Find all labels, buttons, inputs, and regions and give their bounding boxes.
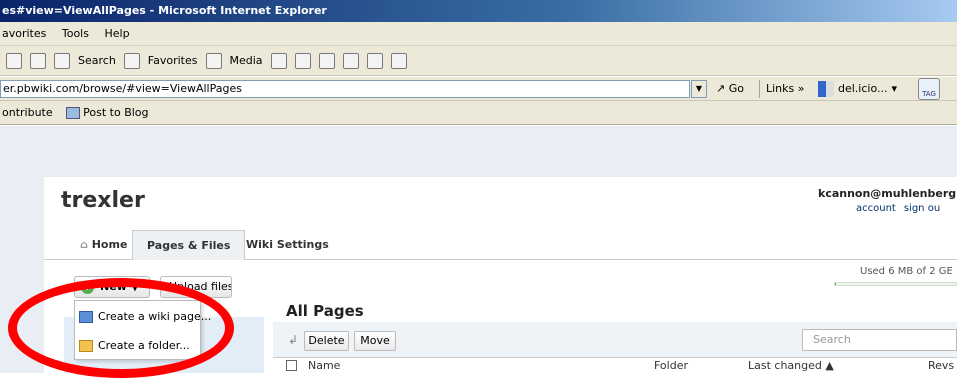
delicious-icon (818, 81, 834, 97)
window-title-bar: es#view=ViewAllPages - Microsoft Interne… (0, 0, 957, 22)
window-title: es#view=ViewAllPages - Microsoft Interne… (2, 4, 327, 17)
column-folder[interactable]: Folder (654, 359, 688, 372)
links-button[interactable]: Links » (759, 80, 805, 98)
post-to-blog-link[interactable]: Post to Blog (66, 106, 158, 119)
discuss-icon[interactable] (366, 52, 383, 69)
print-icon[interactable] (318, 52, 335, 69)
folder-icon (79, 340, 93, 352)
tag-icon[interactable]: TAG (918, 78, 940, 100)
tab-home[interactable]: ⌂ Home (66, 230, 141, 260)
messenger-icon[interactable] (390, 52, 407, 69)
favorites-icon[interactable] (123, 52, 140, 69)
edit-icon[interactable] (342, 52, 359, 69)
chevron-down-icon: ▼ (130, 280, 140, 293)
storage-usage-bar (834, 282, 957, 286)
wiki-title[interactable]: trexler (61, 188, 145, 213)
address-dropdown-icon[interactable]: ▼ (691, 80, 707, 98)
account-link[interactable]: account (856, 203, 896, 214)
return-arrow-icon: ↲ (288, 333, 299, 347)
browser-toolbar: Search Favorites Media (0, 46, 957, 76)
select-all-checkbox[interactable] (286, 360, 297, 371)
menu-favorites[interactable]: avorites (2, 27, 46, 40)
links-label: Links (766, 82, 795, 95)
move-button[interactable]: Move (354, 331, 396, 351)
go-label: Go (728, 82, 744, 95)
new-button[interactable]: + New ▼ (74, 276, 150, 298)
plus-icon: + (81, 280, 94, 294)
table-header (273, 357, 957, 373)
delicious-label: del.icio... (838, 82, 888, 95)
tab-home-label: Home (91, 238, 128, 251)
column-name[interactable]: Name (308, 359, 340, 372)
page-icon (79, 311, 93, 323)
blog-icon (66, 107, 81, 119)
home-icon[interactable] (30, 52, 46, 69)
menu-bar: avorites Tools Help (0, 22, 957, 46)
search-button[interactable]: Search (78, 54, 116, 67)
mail-icon[interactable] (294, 52, 311, 69)
storage-usage-text: Used 6 MB of 2 GE (860, 266, 953, 277)
sign-out-link[interactable]: sign ou (904, 203, 940, 214)
address-input[interactable]: er.pbwiki.com/browse/#view=ViewAllPages (0, 80, 690, 98)
delete-button[interactable]: Delete (304, 331, 349, 351)
account-links: account sign ou (856, 203, 948, 214)
storage-usage-fill (835, 283, 837, 285)
new-dropdown-menu: Create a wiki page... Create a folder... (74, 300, 211, 360)
stop-icon[interactable] (6, 52, 22, 69)
go-arrow-icon: ↗ (716, 82, 726, 95)
new-label: New (100, 280, 127, 293)
search-icon[interactable] (54, 52, 70, 69)
links-toolbar: ontribute Post to Blog (0, 101, 957, 125)
create-folder-label: Create a folder... (98, 339, 190, 352)
go-button[interactable]: ↗ Go (716, 80, 744, 98)
upload-files-button[interactable]: Upload files (160, 276, 232, 298)
search-input[interactable]: Search (802, 329, 957, 351)
menu-help[interactable]: Help (104, 27, 129, 40)
column-last-changed[interactable]: Last changed ▲ (748, 359, 834, 372)
home-tab-icon: ⌂ (80, 238, 88, 251)
user-email: kcannon@muhlenberg.ed (818, 187, 957, 200)
favorites-button[interactable]: Favorites (148, 54, 198, 67)
tab-pages-files[interactable]: Pages & Files (132, 230, 246, 260)
column-revs[interactable]: Revs (928, 359, 954, 372)
delicious-button[interactable]: del.icio... ▾ (818, 78, 897, 100)
media-icon[interactable] (205, 52, 222, 69)
create-wiki-page-label: Create a wiki page... (98, 310, 212, 323)
create-wiki-page-item[interactable]: Create a wiki page... (79, 306, 211, 328)
tab-wiki-settings[interactable]: Wiki Settings (232, 230, 343, 260)
history-icon[interactable] (270, 52, 287, 69)
media-button[interactable]: Media (230, 54, 263, 67)
create-folder-item[interactable]: Create a folder... (79, 335, 190, 357)
post-to-blog-label: Post to Blog (83, 106, 149, 119)
menu-tools[interactable]: Tools (62, 27, 89, 40)
contribute-link[interactable]: ontribute (2, 106, 53, 119)
wiki-tabs: ⌂ Home Pages & Files Wiki Settings (44, 230, 957, 260)
all-pages-heading: All Pages (286, 302, 364, 320)
